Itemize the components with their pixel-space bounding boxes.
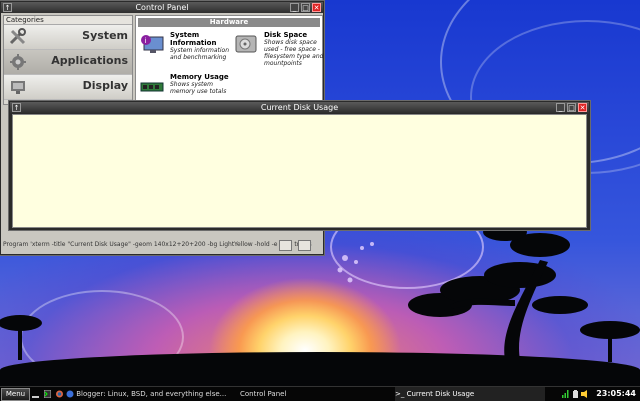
close-button[interactable]: ✕ <box>312 3 321 12</box>
hard-disk-icon <box>235 35 257 53</box>
task-label: Control Panel <box>240 390 287 398</box>
terminal-icon[interactable] <box>44 390 51 398</box>
close-button[interactable]: ✕ <box>578 103 587 112</box>
hardware-panel: Hardware i System Information System inf… <box>135 15 323 105</box>
terminal-prompt-icon: >_ <box>395 390 405 398</box>
status-button-2[interactable] <box>298 240 311 251</box>
memory-chip-icon <box>140 82 164 92</box>
disk-usage-titlebar[interactable]: ↑ Current Disk Usage _ □ ✕ <box>10 102 589 113</box>
window-menu-icon[interactable]: ↑ <box>3 3 12 12</box>
item-title: System Information <box>170 31 217 47</box>
category-applications[interactable]: Applications <box>4 50 132 75</box>
category-label: System <box>82 29 128 42</box>
battery-icon[interactable] <box>572 390 579 398</box>
section-header: Hardware <box>138 18 320 27</box>
item-description: System information and benchmarking <box>170 47 230 61</box>
item-description: Shows disk space used - free space - fil… <box>264 39 324 67</box>
window-title: Current Disk Usage <box>260 103 339 112</box>
disk-usage-window[interactable]: ↑ Current Disk Usage _ □ ✕ <box>9 101 590 230</box>
svg-text:i: i <box>145 37 147 45</box>
control-panel-titlebar[interactable]: ↑ Control Panel _ □ ✕ <box>1 2 323 13</box>
item-title: Disk Space <box>264 31 308 39</box>
browser-icon <box>66 390 74 398</box>
item-description: Shows system memory use totals <box>170 81 227 95</box>
minimize-button[interactable]: _ <box>556 103 565 112</box>
show-desktop-icon[interactable] <box>32 390 39 398</box>
window-title: Control Panel <box>135 3 189 12</box>
display-icon <box>11 81 25 94</box>
task-label: Current Disk Usage <box>406 390 475 398</box>
task-control-panel[interactable]: Control Panel <box>240 387 380 401</box>
task-current-disk-usage[interactable]: >_ Current Disk Usage <box>395 387 545 401</box>
browser-icon[interactable] <box>56 390 63 398</box>
menu-button[interactable]: Menu <box>1 388 30 401</box>
task-blogger[interactable]: Blogger: Linux, BSD, and everything else… <box>66 387 228 401</box>
task-label: Blogger: Linux, BSD, and everything else… <box>76 390 227 398</box>
item-system-information[interactable]: i System Information System information … <box>138 30 229 64</box>
applications-icon <box>10 54 26 70</box>
monitor-info-icon: i <box>141 35 164 53</box>
maximize-button[interactable]: □ <box>301 3 310 12</box>
status-button-1[interactable] <box>279 240 293 251</box>
category-label: Display <box>82 79 128 92</box>
categories-panel: Categories System Applications Display <box>3 15 133 105</box>
category-label: Applications <box>51 54 128 67</box>
maximize-button[interactable]: □ <box>567 103 576 112</box>
category-display[interactable]: Display <box>4 75 132 100</box>
minimize-button[interactable]: _ <box>290 3 299 12</box>
volume-icon[interactable] <box>581 390 589 398</box>
status-bar: Program 'xterm -title "Current Disk Usag… <box>3 239 319 251</box>
taskbar: Menu Blogger: Linux, BSD, and everything… <box>0 386 640 401</box>
clock: 23:05:44 <box>596 389 636 398</box>
window-menu-icon[interactable]: ↑ <box>12 103 21 112</box>
terminal-area[interactable] <box>12 114 587 228</box>
item-disk-space[interactable]: Disk Space Shows disk space used - free … <box>232 30 323 67</box>
network-icon[interactable] <box>562 390 569 398</box>
category-system[interactable]: System <box>4 25 132 50</box>
tools-icon <box>9 28 26 45</box>
item-title: Memory Usage <box>170 73 229 81</box>
status-text: Program 'xterm -title "Current Disk Usag… <box>3 241 312 248</box>
categories-header: Categories <box>4 16 132 25</box>
